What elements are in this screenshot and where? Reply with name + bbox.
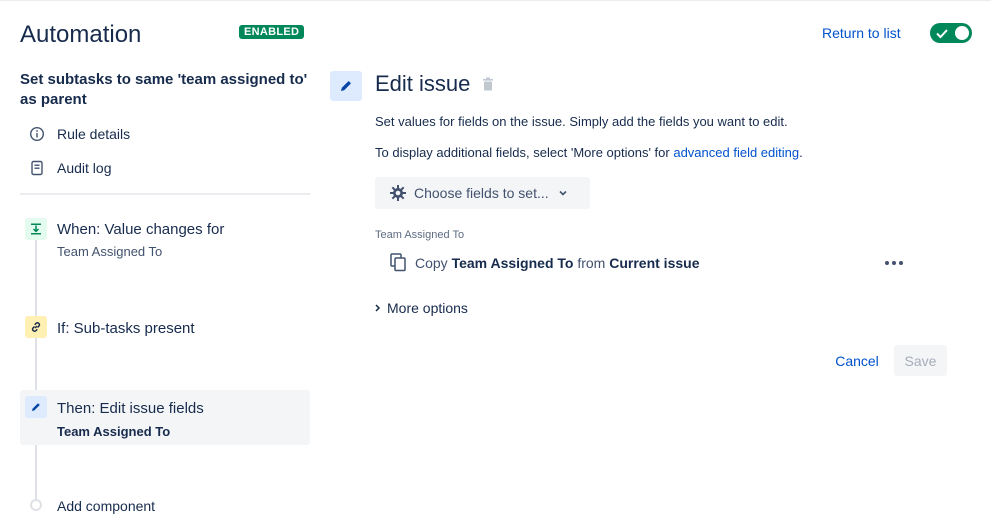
copy-icon bbox=[390, 253, 407, 272]
sidebar-divider bbox=[20, 193, 310, 195]
action-help-text: To display additional fields, select 'Mo… bbox=[375, 145, 803, 160]
trigger-icon bbox=[25, 218, 47, 240]
pencil-icon bbox=[341, 81, 351, 91]
step-condition[interactable]: If: Sub-tasks present bbox=[20, 311, 310, 347]
more-options-toggle[interactable]: More options bbox=[375, 300, 468, 316]
add-component-dot bbox=[30, 499, 42, 511]
step-title: When: Value changes for bbox=[57, 221, 225, 238]
timeline-line bbox=[35, 237, 37, 499]
nav-audit-log[interactable]: Audit log bbox=[28, 159, 111, 177]
action-description: Set values for fields on the issue. Simp… bbox=[375, 114, 788, 129]
step-title: If: Sub-tasks present bbox=[57, 320, 195, 337]
chevron-down-icon bbox=[558, 188, 568, 198]
toggle-knob bbox=[955, 26, 969, 40]
step-subtitle: Team Assigned To bbox=[57, 244, 163, 259]
gear-icon bbox=[389, 184, 407, 202]
choose-fields-label: Choose fields to set... bbox=[414, 185, 549, 201]
pencil-icon bbox=[25, 396, 47, 418]
trash-icon[interactable] bbox=[482, 77, 494, 96]
field-value-row[interactable]: Copy Team Assigned To from Current issue bbox=[390, 253, 699, 272]
return-to-list-link[interactable]: Return to list bbox=[822, 25, 901, 41]
nav-label: Rule details bbox=[57, 126, 131, 142]
step-title: Then: Edit issue fields bbox=[57, 400, 204, 417]
step-trigger[interactable]: When: Value changes for Team Assigned To bbox=[20, 213, 310, 273]
rule-enabled-toggle[interactable] bbox=[930, 23, 972, 43]
status-badge: ENABLED bbox=[239, 25, 305, 39]
action-title: Edit issue bbox=[375, 71, 471, 96]
chevron-right-icon bbox=[375, 303, 381, 313]
page-title: Automation bbox=[20, 21, 142, 48]
link-icon bbox=[25, 316, 47, 338]
field-label: Team Assigned To bbox=[375, 229, 465, 241]
step-subtitle: Team Assigned To bbox=[57, 424, 171, 439]
save-button[interactable]: Save bbox=[894, 345, 947, 376]
step-action[interactable]: Then: Edit issue fields Team Assigned To bbox=[20, 390, 310, 445]
rule-name: Set subtasks to same 'team assigned to' … bbox=[20, 71, 308, 108]
cancel-button[interactable]: Cancel bbox=[826, 345, 888, 376]
info-icon bbox=[28, 125, 46, 143]
choose-fields-button[interactable]: Choose fields to set... bbox=[375, 177, 590, 209]
check-icon bbox=[935, 24, 949, 47]
advanced-field-editing-link[interactable]: advanced field editing bbox=[673, 145, 799, 160]
document-icon bbox=[28, 159, 46, 177]
add-component-button[interactable]: Add component bbox=[57, 498, 155, 514]
nav-label: Audit log bbox=[57, 160, 112, 176]
edit-action-icon bbox=[330, 71, 362, 101]
more-actions-icon[interactable] bbox=[880, 253, 908, 273]
nav-rule-details[interactable]: Rule details bbox=[28, 125, 130, 143]
